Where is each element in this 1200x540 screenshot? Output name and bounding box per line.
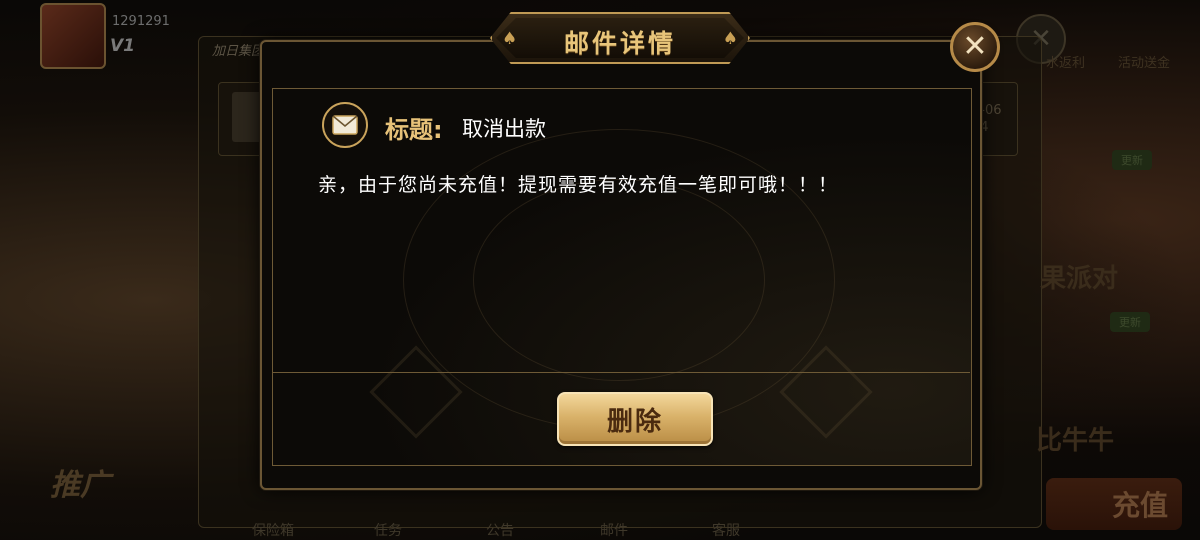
delete-button-label: 删除 [606,406,663,437]
nav-service: 客服 [712,523,740,539]
nav-mail: 邮件 [600,523,628,539]
recharge-button: 充值 [1046,478,1182,530]
nav-notice: 公告 [486,523,514,539]
envelope-icon [322,102,368,148]
user-id: 1291291 [112,14,170,29]
close-button[interactable]: ✕ [950,22,1000,72]
game-label-niuniu: 比牛牛 [1036,426,1115,456]
dialog-title-plate: ♠ ♠ 邮件详情 [490,12,750,64]
promo-label: 推广 [50,468,110,503]
rebate-label: 水返利 [1046,56,1086,71]
event-bonus-label: 活动送金 [1118,56,1171,71]
nav-safe: 保险箱 [252,523,294,539]
recharge-label: 充值 [1111,489,1168,522]
close-icon: ✕ [962,29,988,64]
decoration-ring-inner [473,179,765,381]
avatar[interactable] [40,3,106,69]
mail-body: 亲，由于您尚未充值！提现需要有效充值一笔即可哦！！！ [318,174,839,196]
update-badge-2: 更新 [1110,312,1150,332]
nav-tasks: 任务 [374,523,402,539]
envelope-icon-svg [332,115,358,135]
subject-label: 标题: [385,116,443,144]
dialog-title: 邮件详情 [563,29,676,58]
subject-value: 取消出款 [462,117,546,141]
vip-level: V1 [110,36,135,56]
delete-button[interactable]: 删除 [557,392,713,446]
update-badge-1: 更新 [1112,150,1152,170]
game-label-fruit-party: 果派对 [1040,264,1119,294]
mail-list-panel-title: 加日集团 [212,44,265,59]
content-divider [272,372,970,373]
